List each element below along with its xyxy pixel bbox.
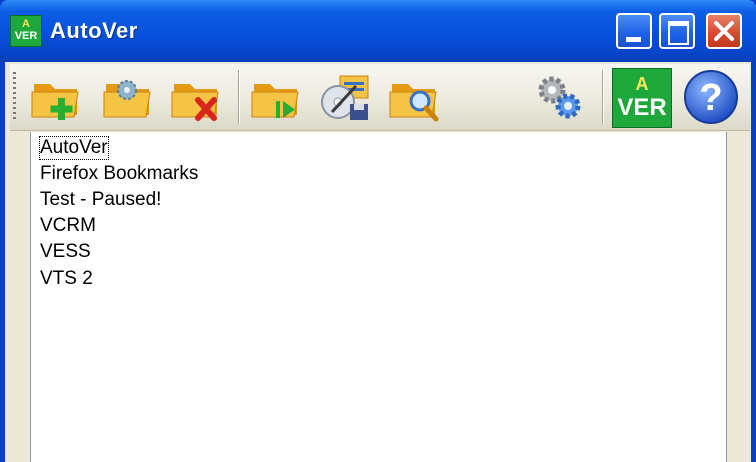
list-item[interactable]: VCRM [39,214,97,238]
folder-gear-icon [103,80,151,118]
folder-delete-icon [171,84,219,121]
about-autover-button[interactable]: A VER [610,68,672,128]
gears-icon [538,76,581,119]
toolbar-separator [602,70,604,124]
list-item[interactable]: VESS [39,240,92,264]
app-icon-bottom-text: VER [14,30,38,42]
help-icon: ? [684,70,738,124]
folder-search-icon [389,84,439,122]
window-title: AutoVer [50,18,138,43]
toolbar-grip[interactable] [13,72,16,122]
right-margin-panel [726,132,750,462]
delete-folder-button[interactable] [168,68,226,126]
maximize-button[interactable] [659,13,695,49]
close-button[interactable] [706,13,742,49]
autover-app-icon[interactable]: A VER [10,15,42,47]
disk-edit-icon [321,75,369,120]
monitor-list[interactable]: AutoVer Firefox Bookmarks Test - Paused!… [30,132,726,462]
help-button[interactable]: ? [682,68,740,126]
list-item[interactable]: Firefox Bookmarks [39,162,199,186]
svg-text:?: ? [699,77,722,119]
run-folder-button[interactable] [248,68,306,126]
close-icon [714,21,734,41]
title-bar[interactable]: A VER AutoVer [0,0,756,62]
minimize-icon [626,37,641,42]
minimize-button[interactable] [616,13,652,49]
list-item[interactable]: AutoVer [39,136,109,160]
list-item[interactable]: Test - Paused! [39,188,162,212]
autover-logo-icon: A VER [612,68,672,128]
folder-add-icon [31,84,79,120]
maximize-icon [668,21,689,45]
toolbar: A VER ? [10,64,750,131]
backup-restore-button[interactable] [316,68,374,126]
logo-top-text: A [635,74,649,94]
list-item[interactable]: VTS 2 [39,267,94,291]
left-margin-panel [10,132,30,462]
folder-play-icon [251,84,299,118]
logo-bottom-text: VER [617,94,667,121]
toolbar-separator [238,70,240,124]
edit-folder-button[interactable] [98,68,156,126]
browse-folder-button[interactable] [386,68,444,126]
app-icon-top-text: A [22,18,30,30]
settings-button[interactable] [530,68,588,126]
add-folder-button[interactable] [28,68,86,126]
